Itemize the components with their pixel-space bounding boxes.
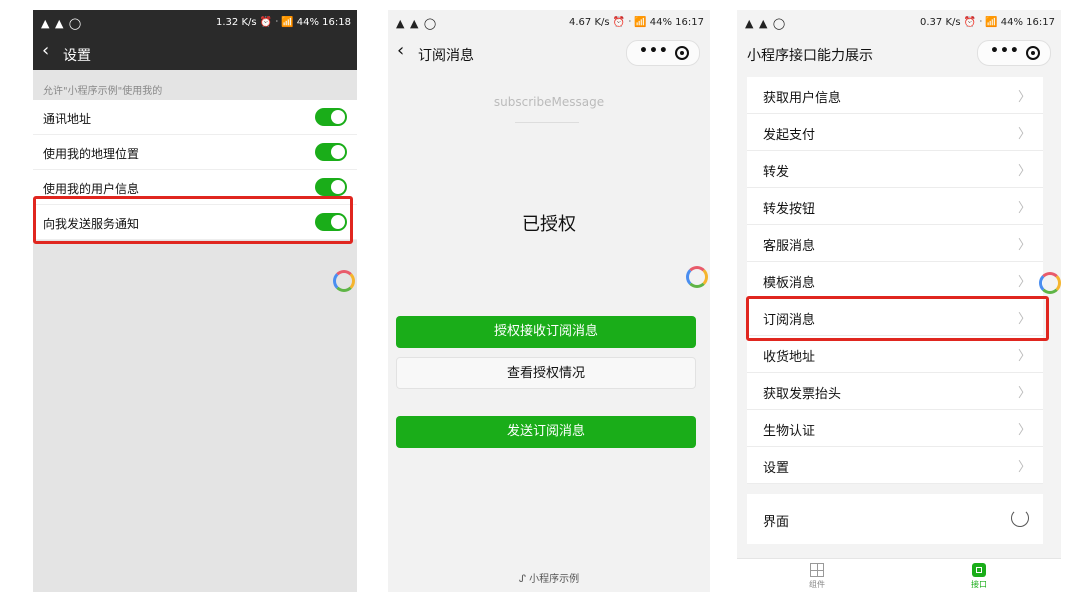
tab-components[interactable]: 组件 <box>787 563 847 590</box>
api-icon <box>972 563 986 577</box>
page-title: 小程序接口能力展示 <box>747 48 873 64</box>
mini-program-icon: ᔑ <box>518 574 526 585</box>
status-bar: ▲ ▲ ◯ 4.67 K/s ⏰ ᐧ 📶 44% 16:17 <box>388 10 710 36</box>
list-item-label: 模板消息 <box>763 276 816 291</box>
chevron-right-icon: 〉 <box>1017 90 1031 105</box>
location-toggle[interactable] <box>315 143 347 161</box>
nav-bar: 小程序接口能力展示 ••• <box>737 36 1061 70</box>
list-item-label: 生物认证 <box>763 424 816 439</box>
list-item[interactable]: 收货地址 〉 <box>747 336 1043 373</box>
permission-label: 使用我的用户信息 <box>43 182 140 196</box>
grid-icon <box>810 563 824 577</box>
interface-card[interactable]: 界面 <box>747 494 1043 544</box>
more-dots-icon[interactable]: ••• <box>990 43 1020 59</box>
send-subscribe-button[interactable]: 发送订阅消息 <box>396 416 696 448</box>
list-item[interactable]: 模板消息 〉 <box>747 262 1043 299</box>
status-bar: ▲ ▲ ◯ 0.37 K/s ⏰ ᐧ 📶 44% 16:17 <box>737 10 1061 36</box>
tab-bar: 组件 接口 <box>737 558 1061 592</box>
status-right-info: 4.67 K/s ⏰ ᐧ 📶 44% 16:17 <box>569 17 704 28</box>
capsule-menu: ••• <box>977 40 1051 66</box>
list-item[interactable]: 发起支付 〉 <box>747 114 1043 151</box>
list-item-label: 发起支付 <box>763 128 816 143</box>
address-toggle[interactable] <box>315 108 347 126</box>
chevron-right-icon: 〉 <box>1017 423 1031 438</box>
chevron-right-icon: 〉 <box>1017 164 1031 179</box>
list-item[interactable]: 获取用户信息 〉 <box>747 77 1043 114</box>
list-item[interactable]: 客服消息 〉 <box>747 225 1043 262</box>
nav-bar: ‹ 设置 <box>33 36 357 70</box>
api-list-screen: ▲ ▲ ◯ 0.37 K/s ⏰ ᐧ 📶 44% 16:17 小程序接口能力展示… <box>737 10 1061 592</box>
status-bar: ▲ ▲ ◯ 1.32 K/s ⏰ ᐧ 📶 44% 16:18 <box>33 10 357 36</box>
chevron-right-icon: 〉 <box>1017 460 1031 475</box>
capsule-menu: ••• <box>626 40 700 66</box>
api-subtitle: subscribeMessage <box>493 95 605 109</box>
tab-label: 组件 <box>809 580 825 589</box>
permission-label: 通讯地址 <box>43 112 92 126</box>
authorize-subscribe-button[interactable]: 授权接收订阅消息 <box>396 316 696 348</box>
chevron-right-icon: 〉 <box>1017 275 1031 290</box>
loading-spinner-icon <box>686 266 708 288</box>
back-arrow-icon[interactable]: ‹ <box>42 42 49 60</box>
tab-label: 接口 <box>971 580 987 589</box>
more-dots-icon[interactable]: ••• <box>639 43 669 59</box>
list-item-label: 获取用户信息 <box>763 91 842 106</box>
divider <box>515 122 579 123</box>
close-target-icon[interactable] <box>1026 46 1040 60</box>
list-item-label: 设置 <box>763 461 790 476</box>
status-right-info: 0.37 K/s ⏰ ᐧ 📶 44% 16:17 <box>920 17 1055 28</box>
permission-item-location: 使用我的地理位置 <box>33 135 357 170</box>
chevron-right-icon: 〉 <box>1017 349 1031 364</box>
list-item-label: 转发按钮 <box>763 202 816 217</box>
settings-screen: ▲ ▲ ◯ 1.32 K/s ⏰ ᐧ 📶 44% 16:18 ‹ 设置 允许"小… <box>33 10 357 592</box>
auth-status-text: 已授权 <box>522 214 576 235</box>
subscribe-message-screen: ▲ ▲ ◯ 4.67 K/s ⏰ ᐧ 📶 44% 16:17 ‹ 订阅消息 ••… <box>388 10 710 592</box>
footer: ᔑ 小程序示例 <box>388 570 710 585</box>
list-item-label: 获取发票抬头 <box>763 387 842 402</box>
page-title: 设置 <box>63 48 91 64</box>
status-right-info: 1.32 K/s ⏰ ᐧ 📶 44% 16:18 <box>216 17 351 28</box>
refresh-icon <box>1011 509 1029 527</box>
chevron-right-icon: 〉 <box>1017 127 1031 142</box>
nav-bar: ‹ 订阅消息 ••• <box>388 36 710 70</box>
chevron-right-icon: 〉 <box>1017 201 1031 216</box>
tab-api[interactable]: 接口 <box>949 563 1009 590</box>
list-item[interactable]: 转发 〉 <box>747 151 1043 188</box>
permission-label: 使用我的地理位置 <box>43 147 140 161</box>
close-target-icon[interactable] <box>675 46 689 60</box>
highlight-box <box>33 196 353 244</box>
api-list: 获取用户信息〉 发起支付〉 转发〉 转发按钮〉 客服消息〉 模板消息〉 订阅消息… <box>747 77 1043 484</box>
loading-spinner-icon <box>1039 272 1061 294</box>
status-left-icons: ▲ ▲ ◯ <box>396 17 438 30</box>
loading-spinner-icon <box>333 270 355 292</box>
list-item[interactable]: 获取发票抬头 〉 <box>747 373 1043 410</box>
list-item[interactable]: 设置 〉 <box>747 447 1043 484</box>
permission-item-address: 通讯地址 <box>33 100 357 135</box>
status-left-icons: ▲ ▲ ◯ <box>41 17 83 30</box>
highlight-box <box>746 296 1049 341</box>
list-item-label: 收货地址 <box>763 350 816 365</box>
chevron-right-icon: 〉 <box>1017 386 1031 401</box>
status-left-icons: ▲ ▲ ◯ <box>745 17 787 30</box>
list-item-label: 客服消息 <box>763 239 816 254</box>
check-auth-button[interactable]: 查看授权情况 <box>396 357 696 389</box>
back-arrow-icon[interactable]: ‹ <box>397 42 404 60</box>
chevron-right-icon: 〉 <box>1017 238 1031 253</box>
page-title: 订阅消息 <box>418 48 474 64</box>
list-item-label: 转发 <box>763 165 790 180</box>
list-item[interactable]: 生物认证 〉 <box>747 410 1043 447</box>
permission-hint: 允许"小程序示例"使用我的 <box>43 86 163 97</box>
userinfo-toggle[interactable] <box>315 178 347 196</box>
list-item[interactable]: 转发按钮 〉 <box>747 188 1043 225</box>
footer-label: 小程序示例 <box>529 574 580 585</box>
card-label: 界面 <box>763 515 790 530</box>
